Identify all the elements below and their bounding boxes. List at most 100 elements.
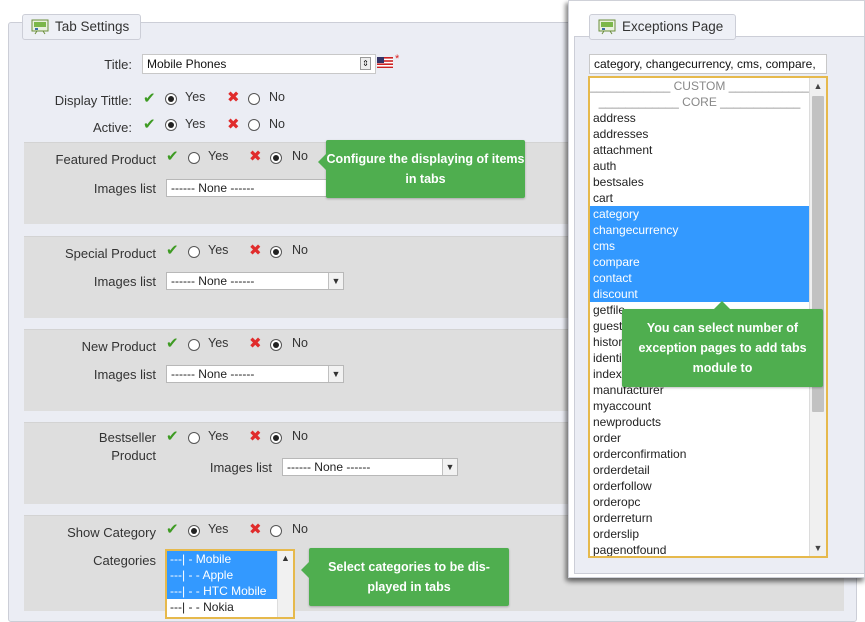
list-item[interactable]: compare xyxy=(590,254,809,270)
new-yes-label: Yes xyxy=(208,336,229,350)
display-title-label: Display Tittle: xyxy=(54,93,132,108)
display-title-yes-radio[interactable] xyxy=(165,93,177,105)
active-no-radio[interactable] xyxy=(248,119,260,131)
chevron-down-icon[interactable]: ▼ xyxy=(328,273,343,289)
new-no-radio[interactable] xyxy=(270,339,282,351)
categories-label: Categories xyxy=(93,553,156,568)
exceptions-legend: Exceptions Page xyxy=(589,14,736,40)
new-yes-radio[interactable] xyxy=(188,339,200,351)
exceptions-input[interactable]: category, changecurrency, cms, compare, xyxy=(589,54,827,74)
active-yes-label: Yes xyxy=(185,117,206,131)
cross-icon: ✖ xyxy=(249,148,262,165)
settings-panel-icon xyxy=(31,19,49,35)
special-images-label: Images list xyxy=(93,274,156,289)
bestseller-images-select[interactable]: ------ None ------ ▼ xyxy=(282,458,458,476)
list-separator: ____________ CUSTOM ____________ xyxy=(590,79,809,93)
featured-yes-radio[interactable] xyxy=(188,152,200,164)
special-no-radio[interactable] xyxy=(270,246,282,258)
special-yes-radio[interactable] xyxy=(188,246,200,258)
new-images-select[interactable]: ------ None ------ ▼ xyxy=(166,365,344,383)
display-title-no-radio[interactable] xyxy=(248,93,260,105)
list-item[interactable]: attachment xyxy=(590,142,809,158)
special-images-select[interactable]: ------ None ------ ▼ xyxy=(166,272,344,290)
show-category-yes-radio[interactable] xyxy=(188,525,200,537)
bestseller-no-label: No xyxy=(292,429,308,443)
special-images-value: ------ None ------ xyxy=(171,274,255,288)
list-item[interactable]: address xyxy=(590,110,809,126)
special-product-label: Special Product xyxy=(64,246,156,261)
active-no-label: No xyxy=(269,117,285,131)
check-icon: ✔ xyxy=(166,148,179,165)
check-icon: ✔ xyxy=(166,428,179,445)
chevron-up-icon[interactable]: ▲ xyxy=(810,78,826,94)
bestseller-images-value: ------ None ------ xyxy=(287,460,371,474)
title-input[interactable]: Mobile Phones ⇕ xyxy=(142,54,376,74)
list-item[interactable]: orderreturn xyxy=(590,510,809,526)
list-item[interactable]: cms xyxy=(590,238,809,254)
new-product-label: New Product xyxy=(81,339,156,354)
chevron-up-icon[interactable]: ▲ xyxy=(278,551,293,565)
chevron-down-icon[interactable]: ▼ xyxy=(442,459,457,475)
display-title-no-label: No xyxy=(269,90,285,104)
list-item[interactable]: changecurrency xyxy=(590,222,809,238)
check-icon: ✔ xyxy=(166,521,179,538)
list-item[interactable]: newproducts xyxy=(590,414,809,430)
list-item[interactable]: contact xyxy=(590,270,809,286)
list-item[interactable]: auth xyxy=(590,158,809,174)
tab-settings-legend: Tab Settings xyxy=(22,14,141,40)
featured-images-select[interactable]: ------ None ------ ▼ xyxy=(166,179,344,197)
list-item[interactable]: category xyxy=(590,206,809,222)
chevron-down-icon[interactable]: ▼ xyxy=(328,366,343,382)
featured-no-radio[interactable] xyxy=(270,152,282,164)
active-yes-radio[interactable] xyxy=(165,119,177,131)
list-item[interactable]: pagenotfound xyxy=(590,542,809,556)
new-images-label: Images list xyxy=(93,367,156,382)
list-item[interactable]: orderopc xyxy=(590,494,809,510)
settings-panel-icon xyxy=(598,19,616,35)
category-option[interactable]: ---| - Mobile xyxy=(167,551,293,567)
bestseller-images-label: Images list xyxy=(209,460,272,475)
featured-yes-label: Yes xyxy=(208,149,229,163)
categories-scrollbar[interactable]: ▲ xyxy=(277,551,293,617)
category-option[interactable]: ---| - - Apple xyxy=(167,567,293,583)
categories-listbox[interactable]: ---| - Mobile ---| - - Apple ---| - - HT… xyxy=(165,549,295,619)
cross-icon: ✖ xyxy=(249,242,262,259)
show-category-no-radio[interactable] xyxy=(270,525,282,537)
cross-icon: ✖ xyxy=(249,521,262,538)
check-icon: ✔ xyxy=(143,116,156,133)
cross-icon: ✖ xyxy=(249,428,262,445)
active-label: Active: xyxy=(92,120,132,135)
translate-icon[interactable]: ⇕ xyxy=(360,57,371,70)
show-category-label: Show Category xyxy=(67,525,156,540)
category-option[interactable]: ---| - - HTC Mobile xyxy=(167,583,293,599)
chevron-down-icon[interactable]: ▼ xyxy=(810,540,826,556)
special-no-label: No xyxy=(292,243,308,257)
list-item[interactable]: discount xyxy=(590,286,809,302)
featured-images-value: ------ None ------ xyxy=(171,181,255,195)
cross-icon: ✖ xyxy=(227,116,240,133)
list-item[interactable]: cart xyxy=(590,190,809,206)
list-item[interactable]: addresses xyxy=(590,126,809,142)
featured-product-label: Featured Product xyxy=(55,152,156,167)
cross-icon: ✖ xyxy=(227,89,240,106)
title-label: Title: xyxy=(104,57,132,72)
bestseller-no-radio[interactable] xyxy=(270,432,282,444)
list-item[interactable]: orderdetail xyxy=(590,462,809,478)
featured-images-label: Images list xyxy=(93,181,156,196)
bestseller-yes-radio[interactable] xyxy=(188,432,200,444)
bestseller-label-line1: Bestseller xyxy=(98,430,156,445)
category-option[interactable]: ---| - - Nokia xyxy=(167,599,293,615)
list-item[interactable]: orderfollow xyxy=(590,478,809,494)
us-flag-icon[interactable] xyxy=(377,56,393,68)
list-item[interactable]: myaccount xyxy=(590,398,809,414)
title-input-value: Mobile Phones xyxy=(147,57,227,71)
bestseller-yes-label: Yes xyxy=(208,429,229,443)
list-item[interactable]: orderconfirmation xyxy=(590,446,809,462)
tab-settings-legend-text: Tab Settings xyxy=(55,19,130,34)
bestseller-label-line2: Product xyxy=(111,448,156,463)
list-item[interactable]: bestsales xyxy=(590,174,809,190)
list-item[interactable]: order xyxy=(590,430,809,446)
check-icon: ✔ xyxy=(143,90,156,107)
list-item[interactable]: orderslip xyxy=(590,526,809,542)
new-images-value: ------ None ------ xyxy=(171,367,255,381)
